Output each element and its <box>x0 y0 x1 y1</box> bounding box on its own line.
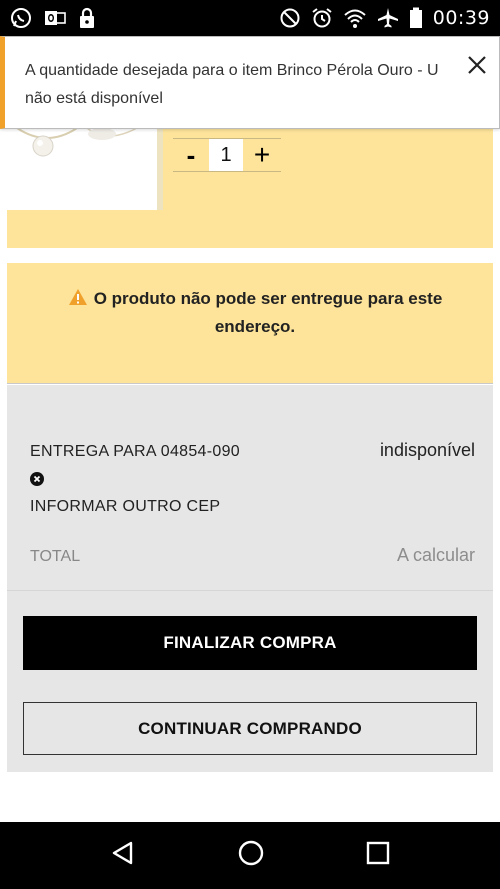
recents-icon[interactable] <box>366 841 390 870</box>
total-value: A calcular <box>396 545 475 565</box>
airplane-mode-icon <box>377 7 399 29</box>
delivery-warning: O produto não pode ser entregue para est… <box>7 263 493 384</box>
status-bar: 00:39 <box>0 0 500 36</box>
total-label: TOTAL <box>30 548 81 565</box>
toast-message: A quantidade desejada para o item Brinco… <box>25 62 439 107</box>
warning-text: O produto não pode ser entregue para est… <box>93 289 443 336</box>
total-row: TOTAL A calcular <box>30 545 475 566</box>
product-image[interactable] <box>7 128 157 210</box>
quantity-increase-button[interactable]: + <box>243 141 281 169</box>
quantity-value[interactable]: 1 <box>209 139 243 171</box>
order-summary: ENTREGA PARA 04854-090 indisponível INFO… <box>7 385 493 772</box>
continue-shopping-button[interactable]: CONTINUAR COMPRANDO <box>23 702 477 755</box>
quantity-stepper: - 1 + <box>173 138 281 172</box>
whatsapp-icon <box>10 7 32 29</box>
delivery-value: indisponível <box>379 440 475 460</box>
availability-toast: A quantidade desejada para o item Brinco… <box>0 36 500 129</box>
warning-icon <box>68 289 87 305</box>
alarm-icon <box>311 7 333 29</box>
cart-page: - 1 + O produto não pode ser entregue pa… <box>0 36 500 822</box>
status-time: 00:39 <box>432 7 490 29</box>
close-icon[interactable] <box>467 55 487 75</box>
checkout-button[interactable]: FINALIZAR COMPRA <box>23 616 477 670</box>
remove-cep-icon[interactable] <box>30 472 44 491</box>
product-image-edge <box>157 128 163 210</box>
delivery-row: ENTREGA PARA 04854-090 indisponível <box>30 440 475 461</box>
back-icon[interactable] <box>110 840 136 871</box>
lock-icon <box>78 7 96 29</box>
wifi-icon <box>343 7 367 29</box>
navigation-bar <box>0 822 500 889</box>
do-not-disturb-icon <box>279 7 301 29</box>
cart-item: - 1 + <box>7 128 493 248</box>
divider <box>7 590 493 591</box>
outlook-icon <box>44 8 66 28</box>
delivery-label: ENTREGA PARA 04854-090 <box>30 443 240 460</box>
other-cep-link[interactable]: INFORMAR OUTRO CEP <box>30 498 220 516</box>
home-icon[interactable] <box>237 839 265 872</box>
quantity-decrease-button[interactable]: - <box>173 142 209 168</box>
battery-icon <box>409 7 423 29</box>
